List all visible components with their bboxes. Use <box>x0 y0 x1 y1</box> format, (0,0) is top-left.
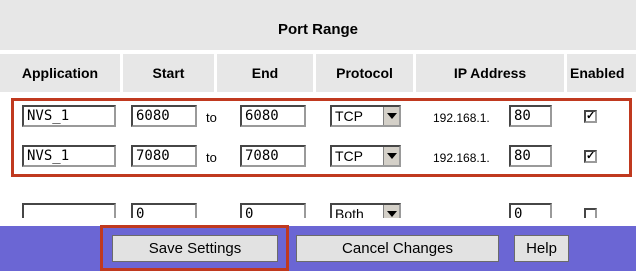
column-divider <box>313 54 316 92</box>
chevron-down-icon[interactable] <box>383 205 399 218</box>
protocol-select[interactable]: Both <box>330 203 401 218</box>
action-bar: Save Settings Cancel Changes Help <box>0 226 636 271</box>
application-name-input[interactable] <box>22 203 116 218</box>
help-button[interactable]: Help <box>514 235 569 262</box>
highlight-box-save <box>100 225 289 271</box>
header-start: Start <box>152 65 185 81</box>
header-end: End <box>251 65 279 81</box>
ip-last-octet-input[interactable]: 0 <box>509 203 552 218</box>
protocol-value: Both <box>335 206 364 218</box>
cancel-changes-button[interactable]: Cancel Changes <box>296 235 499 262</box>
column-divider <box>564 54 567 92</box>
table-row: 0 0 Both 0 <box>0 203 636 218</box>
header-application: Application <box>21 65 99 81</box>
header-enabled: Enabled <box>570 65 625 81</box>
column-divider <box>413 54 416 92</box>
enabled-checkbox[interactable] <box>584 208 597 218</box>
port-range-title: Port Range <box>0 0 636 50</box>
start-port-input[interactable]: 0 <box>131 203 197 218</box>
column-header-row: Application Start End Protocol IP Addres… <box>0 54 636 92</box>
column-divider <box>120 54 123 92</box>
end-port-input[interactable]: 0 <box>240 203 306 218</box>
column-divider <box>214 54 217 92</box>
header-protocol: Protocol <box>336 65 393 81</box>
header-ip-address: IP Address <box>453 65 527 81</box>
highlight-box-rows <box>11 98 632 177</box>
